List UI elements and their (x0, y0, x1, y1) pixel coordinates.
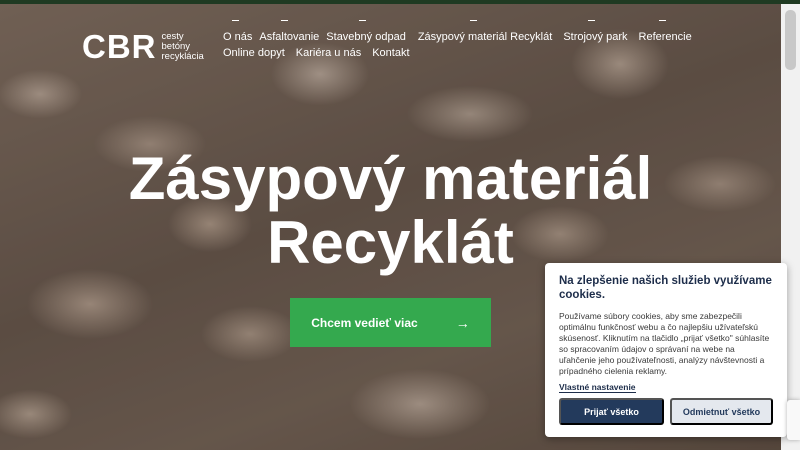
nav-item-zasypovy-material[interactable]: Zásypový materiál Recyklát (417, 20, 553, 43)
nav-item-kariera[interactable]: Kariéra u nás (296, 47, 361, 59)
learn-more-button[interactable]: Chcem vedieť viac → (290, 298, 491, 347)
scrollbar-thumb[interactable] (785, 10, 796, 70)
recaptcha-badge-icon[interactable] (787, 400, 800, 440)
nav-row-secondary: Online dopyt Kariéra u nás Kontakt (223, 47, 673, 59)
nav-item-label: Asfaltovanie (259, 31, 320, 43)
nav-item-label: Zásypový materiál Recyklát (417, 31, 553, 43)
site-logo[interactable]: CBR cesty betóny recyklácia (82, 30, 204, 63)
nav-item-label: Stavebný odpad (326, 31, 406, 43)
nav-item-label: Kariéra u nás (295, 47, 362, 59)
nav-item-label: Kontakt (372, 47, 410, 59)
nav-item-label: Referencie (638, 31, 692, 43)
nav-item-stavebny-odpad[interactable]: Stavebný odpad (326, 20, 406, 43)
submenu-indicator-icon (281, 20, 289, 21)
hero-heading: Zásypový materiál Recyklát (0, 147, 781, 275)
submenu-indicator-icon (232, 20, 239, 21)
main-navigation: O nás Asfaltovanie Stavebný odpad Zásypo… (223, 20, 692, 63)
cookie-settings-link[interactable]: Vlastné nastavenie (559, 382, 636, 393)
reject-all-button[interactable]: Odmietnuť všetko (670, 398, 773, 425)
cookie-description: Používame súbory cookies, aby sme zabezp… (559, 311, 770, 376)
nav-item-o-nas[interactable]: O nás (223, 20, 253, 43)
accept-all-button[interactable]: Prijať všetko (559, 398, 664, 425)
submenu-indicator-icon (658, 20, 666, 21)
logo-tagline: cesty betóny recyklácia (161, 31, 204, 62)
top-accent-bar (0, 0, 800, 4)
nav-item-label: O nás (223, 31, 253, 43)
nav-item-label: Online dopyt (223, 47, 285, 59)
nav-item-strojovy-park[interactable]: Strojový park (563, 20, 628, 43)
hero-heading-line1: Zásypový materiál (128, 145, 653, 212)
cookie-consent-dialog: Na zlepšenie našich služieb využívame co… (545, 263, 787, 437)
logo-mark: CBR (82, 28, 157, 65)
submenu-indicator-icon (359, 20, 367, 21)
arrow-right-icon: → (455, 314, 470, 331)
cookie-title: Na zlepšenie našich služieb využívame co… (559, 275, 772, 301)
cookie-actions: Prijať všetko Odmietnuť všetko (559, 398, 773, 425)
submenu-indicator-icon (588, 20, 596, 21)
nav-row-primary: O nás Asfaltovanie Stavebný odpad Zásypo… (223, 20, 692, 43)
nav-item-asfaltovanie[interactable]: Asfaltovanie (259, 20, 320, 43)
nav-item-label: Strojový park (563, 31, 628, 43)
logo-tagline-line: recyklácia (161, 50, 204, 62)
learn-more-label: Chcem vedieť viac (311, 315, 418, 330)
nav-item-kontakt[interactable]: Kontakt (372, 47, 409, 59)
submenu-indicator-icon (469, 20, 477, 21)
nav-item-online-dopyt[interactable]: Online dopyt (223, 47, 285, 59)
nav-item-referencie[interactable]: Referencie (638, 20, 692, 43)
